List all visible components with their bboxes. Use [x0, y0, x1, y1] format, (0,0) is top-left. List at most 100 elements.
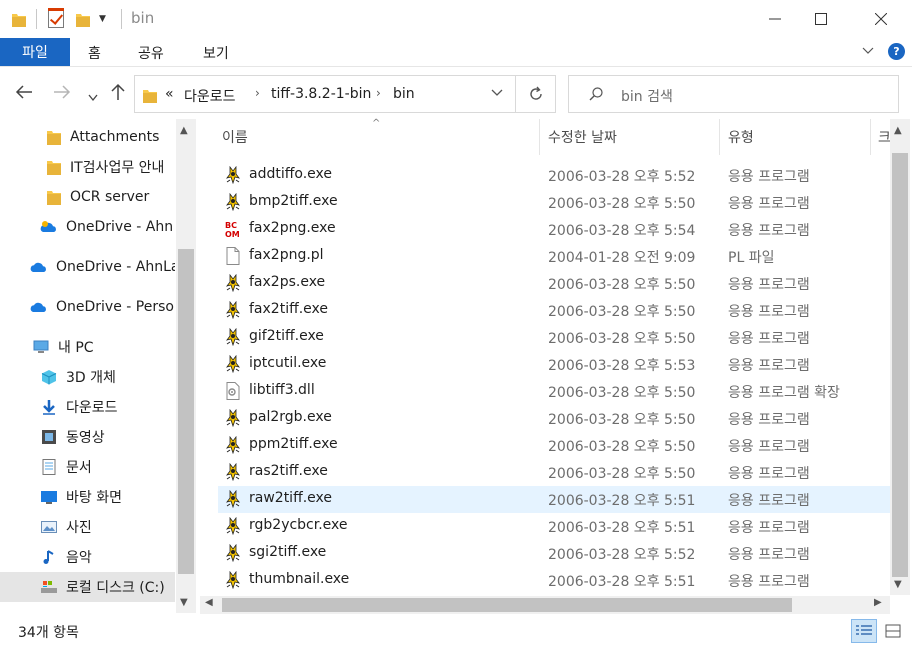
sidebar-item-label: OneDrive - AhnLa [56, 259, 175, 275]
horizontal-scrollbar[interactable]: ◀ ▶ [200, 596, 890, 614]
details-view-button[interactable] [851, 619, 877, 643]
exe-icon [224, 273, 242, 293]
sidebar-scroll-thumb[interactable] [178, 249, 194, 574]
recent-locations-button[interactable] [88, 86, 98, 107]
refresh-button[interactable] [516, 75, 556, 113]
file-type: 응용 프로그램 확장 [728, 385, 840, 401]
large-icons-view-icon [885, 624, 901, 638]
sidebar-item-this-pc[interactable]: 내 PC [0, 332, 175, 362]
column-date[interactable]: 수정한 날짜 [548, 127, 617, 147]
file-name: libtiff3.dll [249, 382, 315, 398]
ribbon-divider [0, 66, 912, 67]
breadcrumb-arrow-icon[interactable]: › [376, 86, 381, 100]
file-row[interactable]: ppm2tiff.exe 2006-03-28 오후 5:50 응용 프로그램 [218, 432, 890, 459]
sidebar-item-ocr-server[interactable]: OCR server [0, 182, 175, 212]
forward-button[interactable] [53, 83, 71, 104]
large-icons-view-button[interactable] [880, 619, 906, 643]
file-list-scrollbar[interactable]: ▲ ▼ [890, 119, 910, 595]
file-row[interactable]: pal2rgb.exe 2006-03-28 오후 5:50 응용 프로그램 [218, 405, 890, 432]
drive-icon [41, 581, 57, 593]
file-row[interactable]: sgi2tiff.exe 2006-03-28 오후 5:52 응용 프로그램 [218, 540, 890, 567]
toolbar-separator [36, 9, 37, 29]
new-folder-icon[interactable] [76, 11, 90, 27]
tab-share[interactable]: 공유 [138, 43, 164, 63]
sidebar-item-pictures[interactable]: 사진 [0, 512, 175, 542]
column-divider[interactable] [870, 119, 871, 155]
back-button[interactable] [15, 83, 33, 104]
sidebar-item-documents[interactable]: 문서 [0, 452, 175, 482]
file-name: fax2ps.exe [249, 274, 326, 290]
search-input[interactable]: bin 검색 [621, 86, 673, 106]
scroll-down-icon[interactable]: ▼ [180, 597, 188, 608]
file-row[interactable]: BC OM fax2png.exe 2006-03-28 오후 5:54 응용 프로그램 [218, 216, 890, 243]
forward-arrow-icon [54, 85, 71, 99]
scroll-up-icon[interactable]: ▲ [180, 125, 188, 136]
maximize-button[interactable] [798, 0, 844, 38]
horizontal-scroll-thumb[interactable] [222, 598, 792, 612]
file-row[interactable]: libtiff3.dll 2006-03-28 오후 5:50 응용 프로그램 확장 [218, 378, 890, 405]
help-icon[interactable]: ? [888, 43, 905, 60]
column-type[interactable]: 유형 [728, 127, 754, 147]
sidebar-item-desktop[interactable]: 바탕 화면 [0, 482, 175, 512]
address-dropdown-icon[interactable] [491, 86, 503, 100]
minimize-button[interactable] [752, 0, 798, 38]
file-row[interactable]: iptcutil.exe 2006-03-28 오후 5:53 응용 프로그램 [218, 351, 890, 378]
sidebar-item-downloads[interactable]: 다운로드 [0, 392, 175, 422]
file-row[interactable]: addtiffo.exe 2006-03-28 오후 5:52 응용 프로그램 [218, 162, 890, 189]
file-row[interactable]: fax2tiff.exe 2006-03-28 오후 5:50 응용 프로그램 [218, 297, 890, 324]
scroll-up-icon[interactable]: ▲ [894, 125, 902, 136]
exe-icon [224, 489, 242, 509]
breadcrumb-item[interactable]: tiff-3.8.2-1-bin [271, 86, 371, 102]
file-row[interactable]: thumbnail.exe 2006-03-28 오후 5:51 응용 프로그램 [218, 567, 890, 594]
column-size[interactable]: 크 [878, 127, 891, 147]
scroll-left-icon[interactable]: ◀ [205, 597, 213, 608]
tab-file[interactable]: 파일 [0, 38, 70, 66]
file-name: fax2png.pl [249, 247, 324, 263]
sidebar-item-it-guide[interactable]: IT검사업무 안내 [0, 152, 175, 182]
search-box[interactable]: bin 검색 [568, 75, 899, 113]
sidebar-item-onedrive-ahnlab[interactable]: OneDrive - AhnLa [0, 252, 175, 282]
file-list-scroll-thumb[interactable] [892, 153, 908, 577]
sidebar-item-local-disk[interactable]: 로컬 디스크 (C:) [0, 572, 175, 602]
tab-home[interactable]: 홈 [88, 43, 101, 63]
folder-icon [47, 191, 61, 205]
column-divider[interactable] [539, 119, 540, 155]
sidebar-item-onedrive-personal[interactable]: OneDrive - Perso [0, 292, 175, 322]
expand-ribbon-icon[interactable] [862, 44, 874, 58]
breadcrumb-arrow-icon[interactable]: › [255, 86, 260, 100]
file-row[interactable]: gif2tiff.exe 2006-03-28 오후 5:50 응용 프로그램 [218, 324, 890, 351]
column-name[interactable]: 이름 [222, 127, 248, 147]
file-row[interactable]: fax2ps.exe 2006-03-28 오후 5:50 응용 프로그램 [218, 270, 890, 297]
breadcrumb-item[interactable]: bin [393, 86, 415, 102]
sidebar-item-label: 내 PC [58, 340, 94, 356]
sidebar-scrollbar[interactable]: ▲ ▼ [176, 119, 196, 613]
breadcrumb-item[interactable]: 다운로드 [184, 86, 236, 106]
file-row[interactable]: raw2tiff.exe 2006-03-28 오후 5:51 응용 프로그램 [218, 486, 890, 513]
address-bar[interactable]: « 다운로드 › tiff-3.8.2-1-bin › bin [134, 75, 516, 113]
exe-icon [224, 462, 242, 482]
up-button[interactable] [111, 83, 125, 106]
file-row[interactable]: ras2tiff.exe 2006-03-28 오후 5:50 응용 프로그램 [218, 459, 890, 486]
file-row[interactable]: fax2png.pl 2004-01-28 오전 9:09 PL 파일 [218, 243, 890, 270]
scroll-right-icon[interactable]: ▶ [874, 597, 882, 608]
customize-quick-access-icon[interactable]: ▼ [99, 14, 106, 24]
file-type: 응용 프로그램 [728, 493, 810, 509]
file-name: bmp2tiff.exe [249, 193, 338, 209]
file-name: thumbnail.exe [249, 571, 350, 587]
sidebar-item-3d-objects[interactable]: 3D 개체 [0, 362, 175, 392]
sidebar-item-attachments[interactable]: Attachments [0, 122, 175, 152]
tab-view[interactable]: 보기 [203, 43, 229, 63]
sidebar-item-videos[interactable]: 동영상 [0, 422, 175, 452]
properties-icon[interactable] [48, 8, 64, 28]
file-date: 2006-03-28 오후 5:54 [548, 223, 696, 239]
exe-icon [224, 435, 242, 455]
sidebar-item-label: OneDrive - Ahn [66, 219, 174, 235]
file-row[interactable]: rgb2ycbcr.exe 2006-03-28 오후 5:51 응용 프로그램 [218, 513, 890, 540]
breadcrumb-overflow[interactable]: « [165, 86, 174, 102]
file-row[interactable]: bmp2tiff.exe 2006-03-28 오후 5:50 응용 프로그램 [218, 189, 890, 216]
column-divider[interactable] [719, 119, 720, 155]
close-button[interactable] [858, 0, 904, 38]
scroll-down-icon[interactable]: ▼ [894, 579, 902, 590]
sidebar-item-onedrive-ahn[interactable]: OneDrive - Ahn [0, 212, 175, 242]
sidebar-item-music[interactable]: 음악 [0, 542, 175, 572]
